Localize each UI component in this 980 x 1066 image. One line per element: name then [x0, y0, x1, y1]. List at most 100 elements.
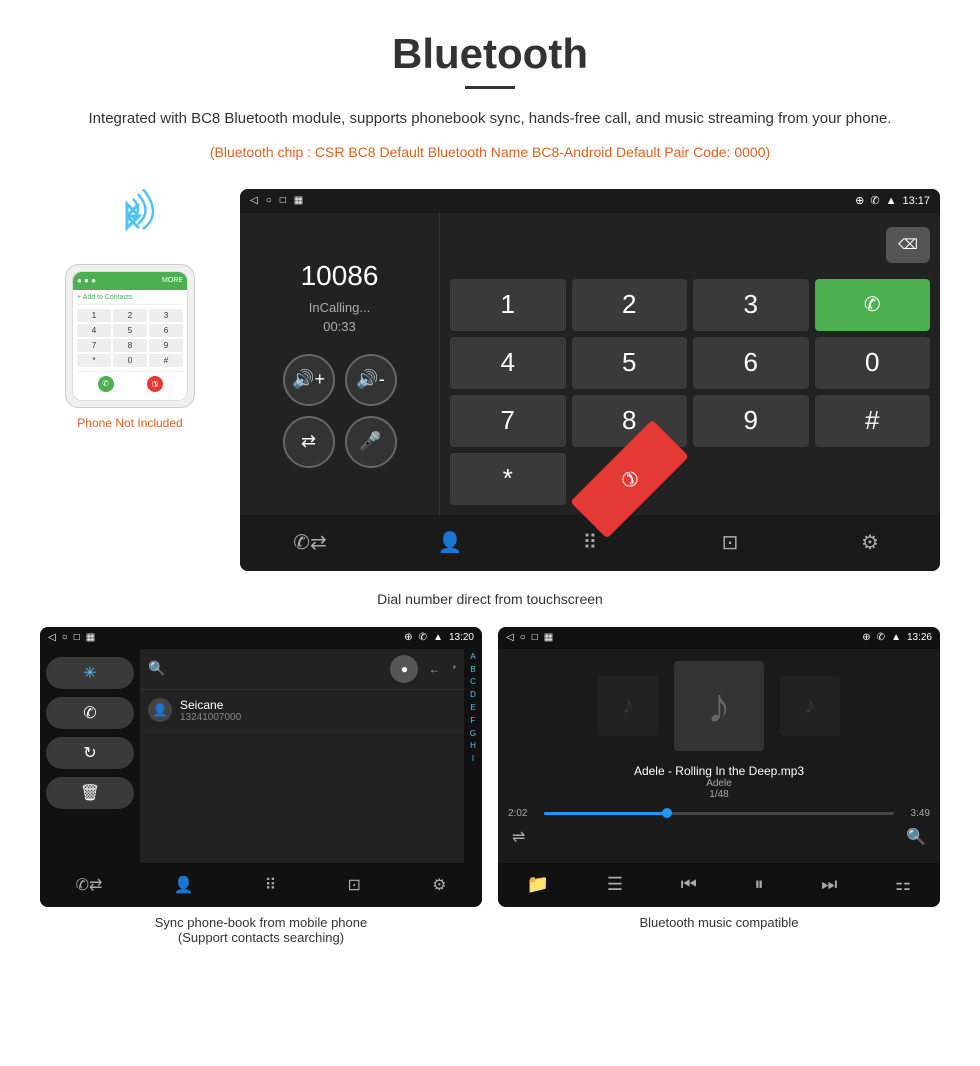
- progress-bar-fill: [544, 812, 667, 815]
- dialer-control-buttons: 🔊+ 🔊- ⇄ 🎤: [283, 354, 397, 468]
- nav-settings-icon[interactable]: ⚙: [850, 523, 890, 563]
- music-screen-inner: ◁ ○ □ ▦ ⊕ ✆ ▲ 13:26: [498, 627, 940, 907]
- sync-icon-button[interactable]: ↻: [46, 737, 134, 769]
- pb-nav-dialpad[interactable]: ⠿: [265, 875, 277, 895]
- delete-icon-button[interactable]: 🗑: [46, 777, 134, 809]
- phone-mockup: ● ● ● MORE + Add to Contacts 123 456 789…: [65, 264, 195, 408]
- volume-up-button[interactable]: 🔊+: [283, 354, 335, 406]
- key-3[interactable]: 3: [693, 279, 809, 331]
- phone-inner: ● ● ● MORE + Add to Contacts 123 456 789…: [72, 271, 188, 401]
- music-recent-icon: □: [532, 632, 538, 643]
- call-icon-button[interactable]: ✆: [46, 697, 134, 729]
- pb-gps-icon: ⊕: [404, 632, 412, 643]
- key-star[interactable]: *: [450, 453, 566, 505]
- pb-nav-calls[interactable]: ✆⇄: [76, 875, 103, 895]
- music-call-icon: ✆: [877, 632, 885, 643]
- nav-contacts-icon[interactable]: 👤: [430, 523, 470, 563]
- music-folder-icon[interactable]: 📁: [527, 874, 549, 895]
- pb-time: 13:20: [449, 632, 474, 643]
- music-eq-icon[interactable]: ⚏: [895, 874, 911, 895]
- dialer-body: 10086 InCalling... 00:33 🔊+ 🔊- ⇄ 🎤 ⌫: [240, 213, 940, 515]
- gps-icon: ⊕: [855, 194, 864, 207]
- phonebook-screen-inner: ◁ ○ □ ▦ ⊕ ✆ ▲ 13:20: [40, 627, 482, 907]
- time-display: 13:17: [902, 195, 930, 207]
- pb-call-icon: ✆: [419, 632, 427, 643]
- numpad-grid: 1 2 3 ✆ 4 5 6 0 7 8 9 # * ✆: [450, 279, 930, 505]
- call-icon: ✆: [870, 194, 879, 207]
- music-body: ♪ ♪ ♪ Adele - Rolling In the Deep.mp3: [498, 649, 940, 863]
- progress-bar-background[interactable]: [544, 812, 894, 815]
- key-4[interactable]: 4: [450, 337, 566, 389]
- music-next-icon[interactable]: ⏭: [821, 874, 837, 895]
- music-col: ◁ ○ □ ▦ ⊕ ✆ ▲ 13:26: [498, 627, 940, 949]
- bt-icon-button[interactable]: ✳: [46, 657, 134, 689]
- volume-down-button[interactable]: 🔊-: [345, 354, 397, 406]
- key-2[interactable]: 2: [572, 279, 688, 331]
- alpha-h[interactable]: H: [464, 740, 482, 753]
- switch-button[interactable]: ⇄: [283, 416, 335, 468]
- alpha-b[interactable]: B: [464, 664, 482, 677]
- pb-back-arrow: ←: [428, 662, 440, 676]
- phonebook-main: 🔍 ● ← * 👤 Seicane: [140, 649, 464, 863]
- music-shuffle-icon[interactable]: ⇌: [512, 827, 525, 847]
- phonebook-search-row: 🔍 ● ← *: [140, 649, 464, 690]
- key-9[interactable]: 9: [693, 395, 809, 447]
- music-search-icon[interactable]: 🔍: [906, 827, 926, 847]
- mic-button[interactable]: 🎤: [345, 416, 397, 468]
- alpha-e[interactable]: E: [464, 702, 482, 715]
- music-prev-icon[interactable]: ⏮: [681, 874, 697, 895]
- phonebook-contact-item[interactable]: 👤 Seicane 13241007000: [140, 690, 464, 732]
- key-hash[interactable]: #: [815, 395, 931, 447]
- music-note-prev: ♪: [622, 692, 634, 720]
- key-0[interactable]: 0: [815, 337, 931, 389]
- pb-home-icon: ○: [62, 632, 68, 643]
- phone-content-area: + Add to Contacts 123 456 789 *0# ✆ ✆: [73, 290, 187, 400]
- alpha-a[interactable]: A: [464, 651, 482, 664]
- contact-name: Seicane: [180, 698, 241, 712]
- backspace-button[interactable]: ⌫: [886, 227, 930, 263]
- music-back-icon: ◁: [506, 632, 514, 643]
- alpha-c[interactable]: C: [464, 676, 482, 689]
- alpha-i[interactable]: I: [464, 753, 482, 766]
- pb-nav-settings[interactable]: ⚙: [432, 875, 446, 895]
- dialer-right-panel: ⌫ 1 2 3 ✆ 4 5 6 0 7 8 9 #: [440, 213, 940, 515]
- statusbar-status: ⊕ ✆ ▲ 13:17: [855, 194, 930, 207]
- key-1[interactable]: 1: [450, 279, 566, 331]
- music-screen: ◁ ○ □ ▦ ⊕ ✆ ▲ 13:26: [498, 627, 940, 907]
- alpha-g[interactable]: G: [464, 728, 482, 741]
- phone-call-red: ✆: [143, 372, 166, 395]
- music-track-info: 1/48: [508, 789, 930, 800]
- bluetooth-signal-icon: [95, 189, 165, 249]
- pb-menu-icon: ▦: [86, 632, 95, 643]
- dialer-caption: Dial number direct from touchscreen: [40, 591, 940, 607]
- pb-nav-contacts[interactable]: 👤: [174, 875, 194, 895]
- music-info: Adele - Rolling In the Deep.mp3 Adele 1/…: [508, 764, 930, 800]
- alpha-f[interactable]: F: [464, 715, 482, 728]
- dialer-input-row: ⌫: [450, 223, 930, 267]
- pb-signal-icon: ▲: [433, 632, 443, 643]
- contact-avatar: 👤: [148, 698, 172, 722]
- phonebook-sidebar: ✳ ✆ ↻ 🗑: [40, 649, 140, 863]
- title-underline: [465, 86, 515, 89]
- alpha-d[interactable]: D: [464, 689, 482, 702]
- phonebook-bottom-nav: ✆⇄ 👤 ⠿ ⊡ ⚙: [40, 863, 482, 907]
- phonebook-circle-button[interactable]: ●: [390, 655, 418, 683]
- signal-icon: ▲: [886, 195, 897, 207]
- music-artist: Adele: [508, 778, 930, 789]
- dialer-call-timer: 00:33: [323, 319, 356, 334]
- phonebook-body: ✳ ✆ ↻ 🗑 🔍 ● ←: [40, 649, 482, 863]
- key-call-green[interactable]: ✆: [815, 279, 931, 331]
- nav-more-icon[interactable]: ⊡: [710, 523, 750, 563]
- music-play-icon[interactable]: ⏸: [755, 874, 764, 895]
- contact-number: 13241007000: [180, 712, 241, 723]
- pb-nav-more[interactable]: ⊡: [348, 875, 361, 895]
- key-7[interactable]: 7: [450, 395, 566, 447]
- music-time: 13:26: [907, 632, 932, 643]
- music-list-icon[interactable]: ☰: [607, 874, 623, 895]
- phonebook-screen: ◁ ○ □ ▦ ⊕ ✆ ▲ 13:20: [40, 627, 482, 907]
- progress-dot: [662, 808, 672, 818]
- key-5[interactable]: 5: [572, 337, 688, 389]
- key-6[interactable]: 6: [693, 337, 809, 389]
- recent-icon: □: [280, 195, 286, 206]
- nav-calls-icon[interactable]: ✆⇄: [290, 523, 330, 563]
